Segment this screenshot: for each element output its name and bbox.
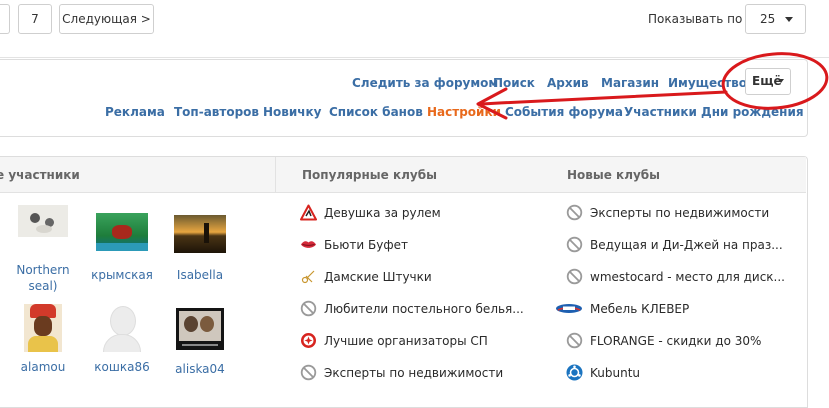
club-link[interactable]: FLORANGE - скидки до 30% <box>566 332 761 350</box>
no-image-icon <box>566 204 583 221</box>
scissors-icon <box>300 268 317 285</box>
chevron-down-icon <box>778 79 784 83</box>
nav-birthdays[interactable]: Дни рождения <box>701 105 804 119</box>
member-card[interactable]: крымская <box>84 213 160 283</box>
member-card[interactable]: alamou <box>5 304 81 375</box>
more-dropdown-button[interactable]: Ещё <box>745 68 791 95</box>
nav-search[interactable]: Поиск <box>493 76 535 90</box>
pagination-prev-edge[interactable] <box>0 4 10 34</box>
club-link[interactable]: Лучшие организаторы СП <box>300 333 488 350</box>
club-link[interactable]: Девушка за рулем <box>300 204 441 222</box>
member-name[interactable]: крымская <box>84 267 160 283</box>
club-link[interactable]: Эксперты по недвижимости <box>300 364 503 382</box>
avatar[interactable] <box>176 308 224 350</box>
nav-property[interactable]: Имущество <box>668 76 747 90</box>
column-separator <box>275 157 276 192</box>
member-name[interactable]: alamou <box>5 359 81 375</box>
no-image-icon <box>566 332 583 349</box>
avatar[interactable] <box>102 306 142 352</box>
member-card[interactable]: Isabella <box>162 215 238 283</box>
klever-logo-icon <box>555 300 583 317</box>
lips-icon <box>300 236 317 253</box>
page-size-value: 25 <box>760 12 776 26</box>
chevron-down-icon <box>785 17 793 22</box>
nav-ban-list[interactable]: Список банов <box>329 105 423 119</box>
club-link[interactable]: Эксперты по недвижимости <box>566 204 769 222</box>
nav-settings[interactable]: Настройки <box>427 105 501 119</box>
club-link[interactable]: Мебель КЛЕВЕР <box>555 301 689 318</box>
club-link[interactable]: Ведущая и Ди-Джей на праз... <box>566 236 783 254</box>
warning-sign-icon <box>300 204 317 221</box>
club-link[interactable]: Бьюти Буфет <box>300 237 408 254</box>
club-link[interactable]: Любители постельного белья... <box>300 300 524 318</box>
divider <box>0 57 829 58</box>
member-name[interactable]: Northern seal) <box>5 262 81 294</box>
nav-follow-forum[interactable]: Следить за форумом <box>352 76 498 90</box>
new-clubs-title: Новые клубы <box>567 168 661 182</box>
member-card[interactable]: aliska04 <box>162 308 238 377</box>
club-link[interactable]: Дамские Штучки <box>300 269 432 286</box>
pagination-page-7[interactable]: 7 <box>18 4 52 34</box>
forum-nav-panel <box>0 59 808 137</box>
member-name[interactable]: aliska04 <box>162 361 238 377</box>
member-card[interactable]: кошка86 <box>84 306 160 375</box>
no-image-icon <box>300 300 317 317</box>
club-link[interactable]: Kubuntu <box>566 364 640 382</box>
popular-clubs-title: Популярные клубы <box>302 168 437 182</box>
page-size-select[interactable]: 25 <box>745 4 806 34</box>
nav-top-authors[interactable]: Топ-авторов <box>174 105 259 119</box>
nav-ads[interactable]: Реклама <box>105 105 165 119</box>
nav-forum-events[interactable]: События форума <box>505 105 623 119</box>
avatar[interactable] <box>174 215 226 253</box>
avatar[interactable] <box>96 213 148 251</box>
gear-badge-icon <box>300 332 317 349</box>
member-card[interactable]: Northern seal) <box>5 205 81 294</box>
members-title: е участники <box>0 168 80 182</box>
nav-members[interactable]: Участники <box>624 105 697 119</box>
avatar[interactable] <box>18 205 68 237</box>
pagination-next-button[interactable]: Следующая > <box>59 4 154 34</box>
no-image-icon <box>566 268 583 285</box>
nav-archive[interactable]: Архив <box>547 76 589 90</box>
page-size-label: Показывать по <box>648 12 743 26</box>
club-link[interactable]: wmestocard - место для диск... <box>566 268 785 286</box>
nav-newbie[interactable]: Новичку <box>263 105 322 119</box>
member-name[interactable]: кошка86 <box>84 359 160 375</box>
member-name[interactable]: Isabella <box>162 267 238 283</box>
nav-shop[interactable]: Магазин <box>601 76 659 90</box>
no-image-icon <box>300 364 317 381</box>
avatar[interactable] <box>24 304 62 352</box>
kubuntu-logo-icon <box>566 364 583 381</box>
no-image-icon <box>566 236 583 253</box>
